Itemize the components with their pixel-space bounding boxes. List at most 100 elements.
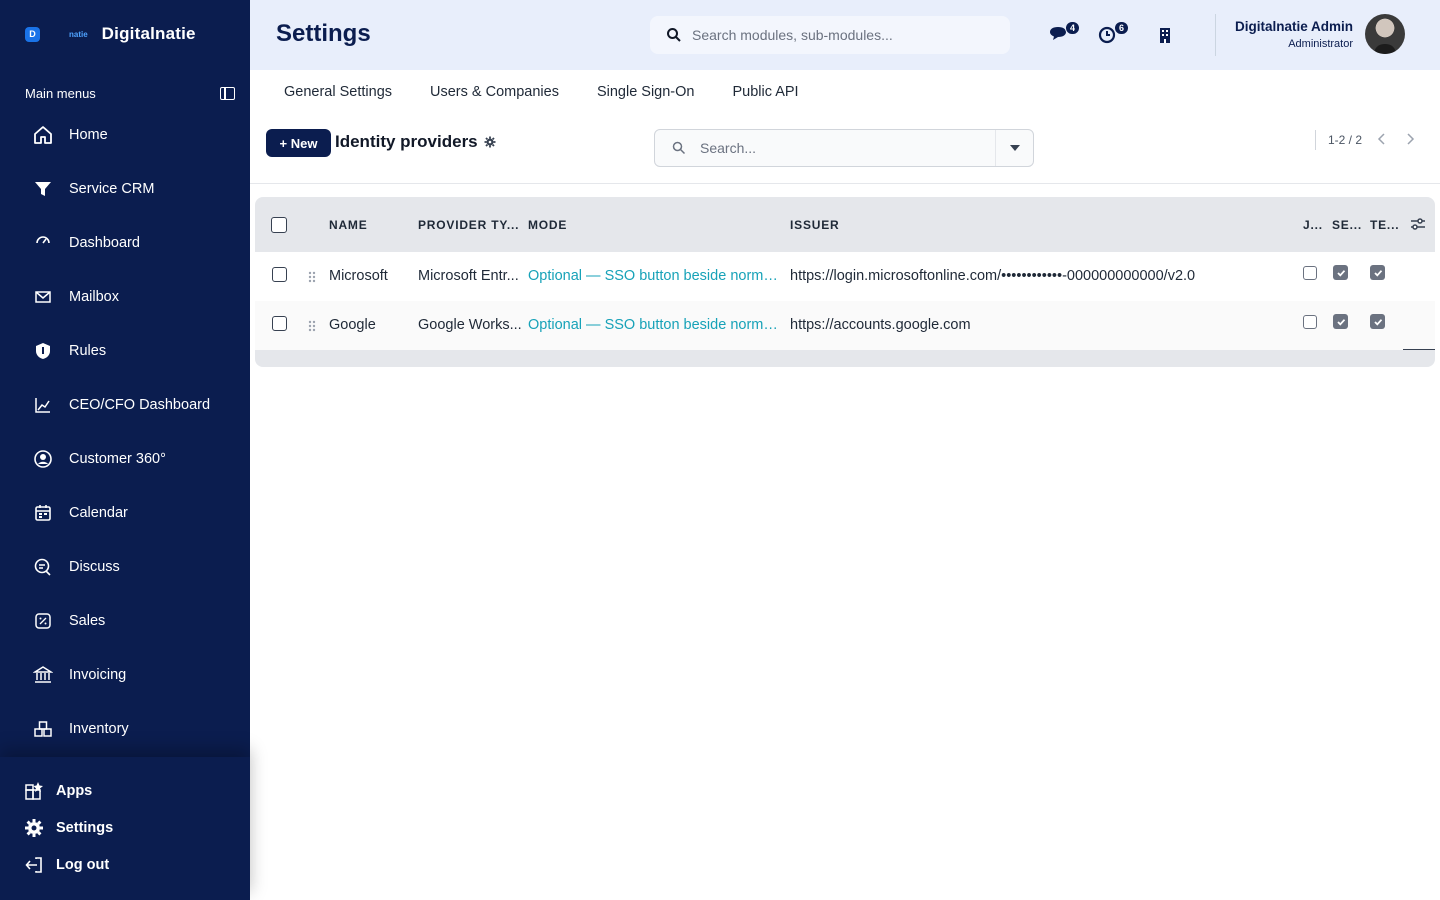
column-settings-icon[interactable]: [1410, 217, 1426, 231]
global-search-input[interactable]: [692, 27, 992, 43]
toolbar-divider: [250, 183, 1440, 184]
pager-value[interactable]: 1-2 / 2: [1328, 133, 1362, 147]
column-issuer[interactable]: ISSUER: [790, 218, 839, 232]
column-mode[interactable]: MODE: [528, 218, 567, 232]
new-button[interactable]: + New: [266, 129, 331, 157]
sidebar-item-ceo-cfo-dashboard[interactable]: CEO/CFO Dashboard: [0, 378, 250, 432]
page-title: Settings: [276, 20, 371, 47]
drag-handle-icon[interactable]: [308, 320, 316, 332]
header-divider: [1215, 14, 1216, 56]
sidebar-item-service-crm[interactable]: Service CRM: [0, 162, 250, 216]
sidebar-item-label: Sales: [69, 613, 106, 629]
table-row[interactable]: Microsoft Microsoft Entr... Optional — S…: [255, 252, 1435, 301]
sidebar-item-label: Inventory: [69, 721, 129, 737]
activities-button[interactable]: 6: [1097, 21, 1129, 46]
global-search[interactable]: [650, 16, 1010, 54]
sidebar-item-discuss[interactable]: Discuss: [0, 540, 250, 594]
row-checkbox[interactable]: [272, 267, 287, 282]
search-options-toggle[interactable]: [995, 130, 1033, 166]
shield-icon: [33, 341, 53, 361]
identity-providers-table: NAME PROVIDER TY... MODE ISSUER J... SE.…: [255, 197, 1435, 367]
cell-j-checkbox[interactable]: [1303, 315, 1317, 329]
cell-name: Microsoft: [329, 268, 388, 284]
sidebar-item-apps[interactable]: Apps: [0, 772, 250, 809]
column-se[interactable]: SE...: [1332, 218, 1362, 232]
table-header: NAME PROVIDER TY... MODE ISSUER J... SE.…: [255, 197, 1435, 252]
list-title: Identity providers: [335, 132, 496, 152]
sidebar-item-label: Invoicing: [69, 667, 127, 683]
sidebar-item-rules[interactable]: Rules: [0, 324, 250, 378]
column-resize-line: [1403, 349, 1435, 350]
home-icon: [33, 125, 53, 145]
sidebar-item-label: CEO/CFO Dashboard: [69, 397, 211, 413]
gear-icon: [24, 818, 44, 838]
building-icon: [1160, 28, 1170, 43]
sidebar-item-invoicing[interactable]: Invoicing: [0, 648, 250, 702]
column-j[interactable]: J...: [1303, 218, 1323, 232]
main-menus-header: Main menus: [25, 86, 235, 101]
avatar[interactable]: [1365, 14, 1405, 54]
sidebar-item-label: Calendar: [69, 505, 128, 521]
tab-users-companies[interactable]: Users & Companies: [430, 84, 559, 100]
sidebar-item-inventory[interactable]: Inventory: [0, 702, 250, 756]
sidebar: D natie Digitalnatie Main menus Home Ser…: [0, 0, 250, 900]
tab-single-sign-on[interactable]: Single Sign-On: [597, 84, 695, 100]
cell-provider-type: Google Works...: [418, 317, 522, 333]
cell-provider-type: Microsoft Entr...: [418, 268, 519, 284]
sidebar-item-mailbox[interactable]: Mailbox: [0, 270, 250, 324]
sidebar-item-home[interactable]: Home: [0, 108, 250, 162]
sidebar-item-label: Dashboard: [69, 235, 140, 251]
tab-public-api[interactable]: Public API: [732, 84, 798, 100]
user-name: Digitalnatie Admin: [1234, 19, 1353, 34]
chevron-left-icon[interactable]: [1375, 131, 1389, 147]
list-settings-gear-icon[interactable]: [484, 136, 496, 148]
cell-se-checkbox[interactable]: [1333, 265, 1348, 280]
cell-mode: Optional — SSO button beside normal ...: [528, 268, 783, 284]
sidebar-item-dashboard[interactable]: Dashboard: [0, 216, 250, 270]
tab-general-settings[interactable]: General Settings: [284, 84, 392, 100]
column-name[interactable]: NAME: [329, 218, 368, 232]
sidebar-item-sales[interactable]: Sales: [0, 594, 250, 648]
check-icon: [1336, 318, 1345, 326]
chevron-right-icon[interactable]: [1403, 131, 1417, 147]
list-title-text: Identity providers: [335, 132, 478, 151]
list-search[interactable]: [654, 129, 1034, 167]
apps-label: Apps: [56, 782, 93, 799]
table-row[interactable]: Google Google Works... Optional — SSO bu…: [255, 301, 1435, 350]
sidebar-item-settings[interactable]: Settings: [0, 809, 250, 846]
logout-label: Log out: [56, 856, 110, 873]
search-icon: [667, 28, 681, 42]
brand-small-text: natie: [69, 29, 88, 39]
bank-icon: [33, 665, 53, 685]
cell-te-checkbox[interactable]: [1370, 265, 1385, 280]
settings-tabs: General Settings Users & Companies Singl…: [284, 84, 837, 100]
funnel-icon: [33, 179, 53, 199]
cell-te-checkbox[interactable]: [1370, 314, 1385, 329]
check-icon: [1336, 269, 1345, 277]
sidebar-item-logout[interactable]: Log out: [0, 846, 250, 883]
cell-issuer: https://accounts.google.com: [790, 317, 971, 333]
row-checkbox[interactable]: [272, 316, 287, 331]
cell-j-checkbox[interactable]: [1303, 266, 1317, 280]
drag-handle-icon[interactable]: [308, 271, 316, 283]
user-circle-icon: [33, 449, 53, 469]
search-icon: [672, 141, 686, 155]
sidebar-item-customer-360[interactable]: Customer 360°: [0, 432, 250, 486]
messages-button[interactable]: 4: [1048, 21, 1080, 46]
settings-label: Settings: [56, 819, 114, 836]
column-te[interactable]: TE...: [1370, 218, 1399, 232]
list-search-input[interactable]: [700, 140, 980, 156]
cell-se-checkbox[interactable]: [1333, 314, 1348, 329]
sidebar-nav: Home Service CRM Dashboard Mailbox Rules…: [0, 108, 250, 756]
select-all-checkbox[interactable]: [271, 217, 287, 233]
company-button[interactable]: [1154, 24, 1176, 46]
caret-down-icon: [1009, 145, 1020, 151]
column-provider-type[interactable]: PROVIDER TY...: [418, 218, 519, 232]
sales-icon: [33, 611, 53, 631]
inventory-icon: [33, 719, 53, 739]
sidebar-item-calendar[interactable]: Calendar: [0, 486, 250, 540]
brand-name: Digitalnatie: [101, 24, 196, 43]
brand-badge: D: [25, 26, 40, 42]
sidebar-toggle-icon[interactable]: [220, 87, 235, 100]
brand-logo[interactable]: D natie Digitalnatie: [25, 22, 196, 46]
